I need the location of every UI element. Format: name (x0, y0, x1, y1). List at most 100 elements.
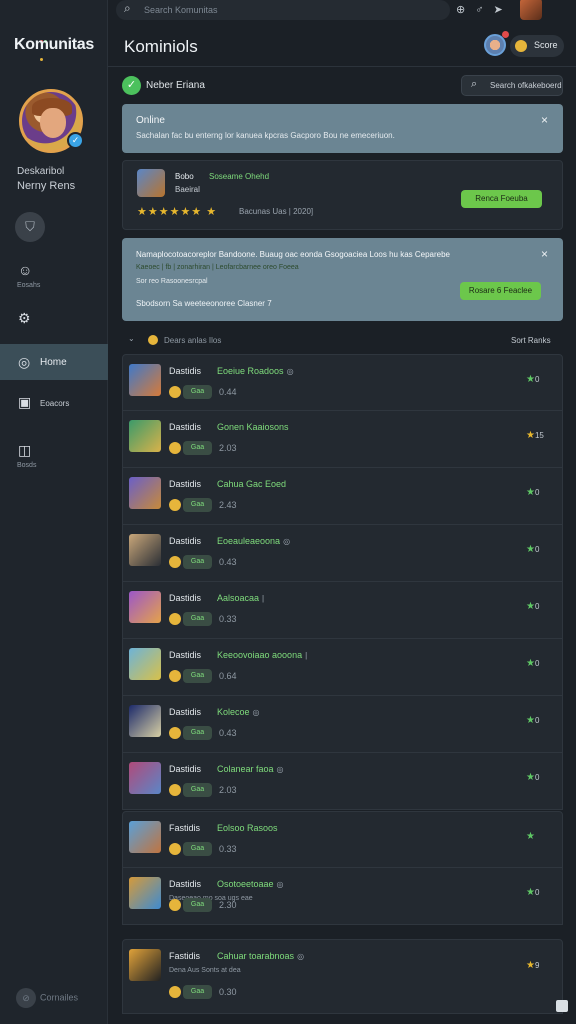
search-leaderboard-button[interactable]: ⌕ Search ofkakeboerd (461, 75, 563, 96)
coin-icon (169, 386, 181, 398)
row-user: Dastidis (169, 707, 202, 717)
row-time: 2.43 (219, 500, 237, 510)
game-thumbnail[interactable] (129, 420, 161, 452)
close-icon[interactable]: × (541, 113, 548, 127)
row-user: Dastidis (169, 650, 202, 660)
row-game[interactable]: Osotoeetoaae ◎ (217, 879, 284, 889)
compass-icon: ◎ (18, 354, 31, 370)
row-time: 0.30 (219, 987, 237, 997)
row-user: Dastidis (169, 422, 202, 432)
window-icon[interactable] (556, 1000, 568, 1012)
star-rating: ★★★★★★ ★ (137, 206, 218, 218)
row-time: 0.44 (219, 387, 237, 397)
help-icon[interactable]: ⊕ (456, 4, 465, 16)
row-time: 0.43 (219, 557, 237, 567)
brand-logo[interactable]: Komunitas (14, 36, 94, 54)
row-game[interactable]: Cahua Gac Eoed (217, 479, 289, 489)
sidebar-footer[interactable]: ⊘ Cornailes (16, 988, 78, 1008)
table-row[interactable]: Dastidis Keeoovoiaao aooona | Gaa 0.64 ★0 (122, 639, 563, 696)
settings-icon: ⊘ (16, 988, 36, 1008)
table-row[interactable]: Dastidis Cahua Gac Eoed Gaa 2.43 ★0 (122, 468, 563, 525)
game-thumbnail[interactable] (129, 762, 161, 794)
coin-icon (515, 40, 527, 52)
search-icon: ⌕ (471, 78, 478, 90)
sidebar-item-contacts[interactable]: ▣ Eoacors (0, 392, 108, 428)
row-score: ★0 (526, 601, 540, 612)
sidebar-item-emotes[interactable]: ☺ Eosahs (0, 258, 108, 294)
table-row[interactable]: Dastidis Kolecoe ◎ Gaa 0.43 ★0 (122, 696, 563, 753)
row-game[interactable]: Eolsoo Rasoos (217, 823, 281, 833)
brand-dots (40, 30, 50, 61)
coin-icon (169, 784, 181, 796)
row-tag: Gaa (183, 385, 212, 399)
coin-icon (169, 670, 181, 682)
sidebar-item-boards[interactable]: ◫ Bosds (0, 440, 108, 476)
row-game[interactable]: Eoeauleaeoona ◎ (217, 536, 290, 546)
table-row[interactable]: DastidisOsotoeetoaae◎Daseoeao mo soa ugs… (122, 868, 563, 925)
game-thumbnail[interactable] (129, 534, 161, 566)
game-thumbnail[interactable] (129, 705, 161, 737)
row-tag: Gaa (183, 726, 212, 740)
chevron-down-icon[interactable]: ⌄ (128, 334, 135, 343)
row-game[interactable]: Keeoovoiaao aooona | (217, 650, 307, 660)
game-thumbnail[interactable] (129, 591, 161, 623)
row-user: Dastidis (169, 593, 202, 603)
sidebar-item-home[interactable]: ◎ Home (0, 344, 108, 380)
table-row[interactable]: Dastidis Eoeauleaeoona ◎ Gaa 0.43 ★0 (122, 525, 563, 582)
game-thumbnail[interactable] (129, 477, 161, 509)
coin-icon (148, 335, 158, 345)
game-thumbnail[interactable] (129, 949, 161, 981)
top-bar: ⌕ Search Komunitas ⊕ ♂ ➤ (108, 0, 576, 24)
check-icon: ✓ (122, 76, 141, 95)
row-extra: Dena Aus Sonts at dea (169, 967, 241, 974)
verified-badge-icon: ✓ (67, 132, 84, 149)
featured-action-button[interactable]: Renca Foeuba (461, 190, 542, 208)
row-game[interactable]: Eoeiue Roadoos ◎ (217, 366, 294, 376)
account-avatar[interactable] (520, 0, 542, 20)
sort-button[interactable]: Sort Ranks (511, 336, 551, 345)
table-row[interactable]: Dastidis Gonen Kaaiosons Gaa 2.03 ★15 (122, 411, 563, 468)
table-row[interactable]: Dastidis Eoeiue Roadoos ◎ Gaa 0.44 ★0 (122, 354, 563, 411)
row-user: Fastidis (169, 823, 201, 833)
board-icon: ◫ (18, 442, 32, 458)
row-score: ★0 (526, 544, 540, 555)
row-game[interactable]: Colanear faoa ◎ (217, 764, 284, 774)
row-game[interactable]: Kolecoe ◎ (217, 707, 260, 717)
featured-thumbnail[interactable] (137, 169, 165, 197)
row-time: 2.03 (219, 785, 237, 795)
coin-icon (169, 613, 181, 625)
coin-icon (169, 499, 181, 511)
row-tag: Gaa (183, 441, 212, 455)
row-tag: Gaa (183, 612, 212, 626)
row-game[interactable]: Cahuar toarabnoas ◎ (217, 951, 304, 961)
group-icon[interactable]: ⛉ (15, 212, 45, 242)
game-thumbnail[interactable] (129, 821, 161, 853)
table-row[interactable]: Fastidis Eolsoo Rasoos Gaa 0.33 ★ (122, 811, 563, 868)
row-tag: Gaa (183, 898, 212, 912)
row-user: Dastidis (169, 879, 202, 889)
coin-icon (169, 727, 181, 739)
notification-icon[interactable]: ♂ (475, 4, 483, 16)
row-score: ★0 (526, 715, 540, 726)
row-tag: Gaa (183, 498, 212, 512)
table-row[interactable]: Dastidis Aalsoacaa | Gaa 0.33 ★0 (122, 582, 563, 639)
row-user: Fastidis (169, 951, 201, 961)
game-thumbnail[interactable] (129, 877, 161, 909)
row-mark: ◎ (252, 708, 260, 717)
score-pill[interactable]: Score (510, 35, 564, 57)
row-game[interactable]: Aalsoacaa | (217, 593, 264, 603)
table-row[interactable]: Dastidis Colanear faoa ◎ Gaa 2.03 ★0 (122, 753, 563, 810)
row-mark: | (305, 651, 308, 660)
alert-action-button[interactable]: Rosare 6 Feaclee (460, 282, 541, 300)
table-row[interactable]: Fastidis Cahuar toarabnoas ◎ Dena Aus Sonts… (122, 939, 563, 1014)
search-input[interactable]: ⌕ Search Komunitas (116, 0, 450, 20)
row-score: ★ (526, 831, 535, 842)
sidebar-item-settings[interactable]: ⚙ (0, 306, 108, 342)
game-thumbnail[interactable] (129, 364, 161, 396)
row-game[interactable]: Gonen Kaaiosons (217, 422, 292, 432)
close-icon[interactable]: × (541, 247, 548, 261)
row-time: 2.03 (219, 443, 237, 453)
send-icon[interactable]: ➤ (493, 4, 502, 16)
row-score: ★0 (526, 658, 540, 669)
game-thumbnail[interactable] (129, 648, 161, 680)
